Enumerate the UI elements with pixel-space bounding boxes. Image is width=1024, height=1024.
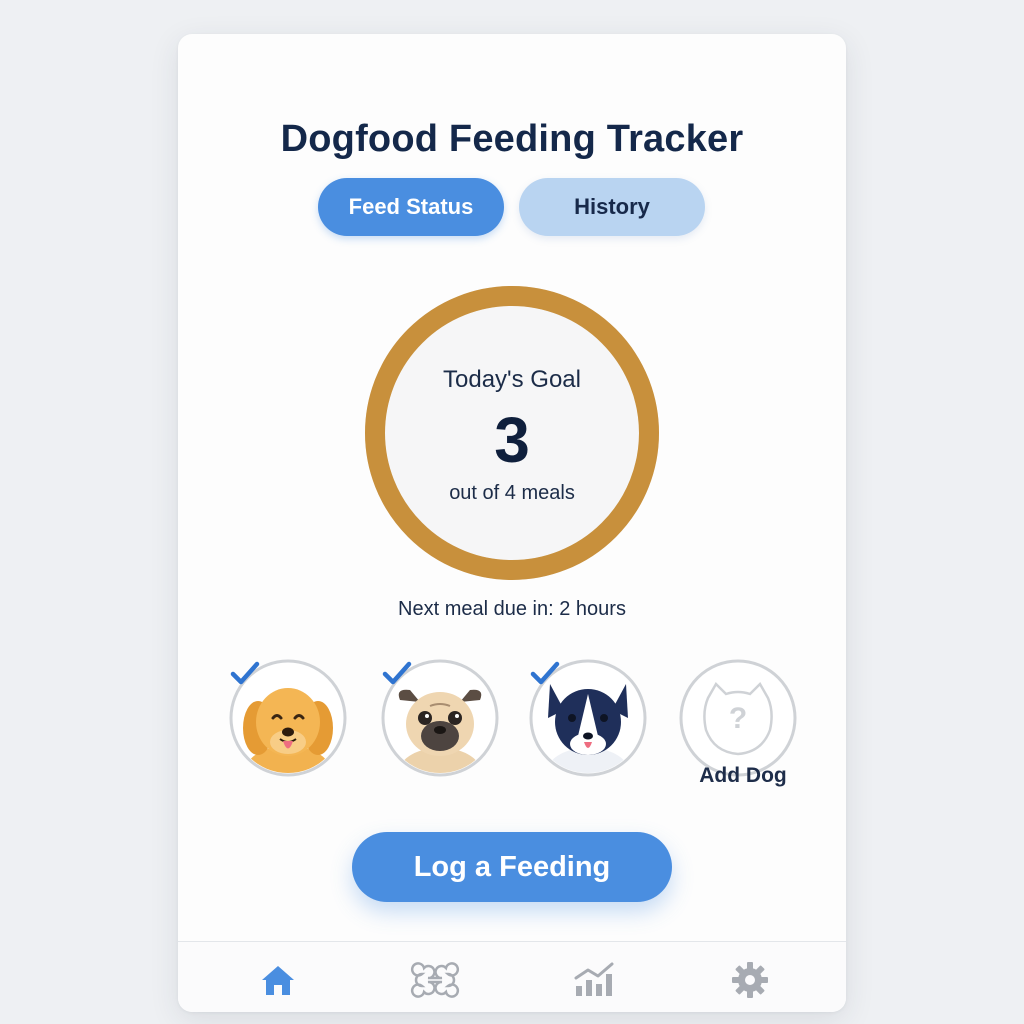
dog-avatar-border-collie[interactable] — [528, 658, 648, 778]
nav-settings[interactable] — [730, 960, 770, 1000]
add-dog-label: Add Dog — [699, 764, 787, 787]
nav-bone[interactable] — [410, 960, 460, 1000]
tab-bar: Feed Status History — [318, 178, 706, 238]
add-dog-button[interactable]: ? Add Dog — [678, 658, 798, 787]
nav-home[interactable] — [258, 960, 298, 1000]
home-icon — [262, 966, 294, 995]
gear-icon — [732, 962, 768, 998]
nav-stats[interactable] — [572, 960, 614, 1000]
fed-check-icon — [382, 661, 412, 685]
goal-label: Today's Goal — [443, 366, 581, 393]
dog-avatar-golden-retriever[interactable] — [228, 658, 348, 778]
bone-icon — [410, 962, 460, 998]
goal-progress-ring: Today's Goal 3 out of 4 meals — [365, 286, 659, 580]
app-card: Dogfood Feeding Tracker Feed Status Hist… — [178, 34, 846, 1012]
goal-subtext: out of 4 meals — [449, 482, 575, 504]
page-title: Dogfood Feeding Tracker — [280, 118, 744, 160]
chart-icon — [574, 962, 614, 996]
svg-text:?: ? — [729, 702, 747, 735]
add-dog-placeholder-icon: ? — [679, 659, 797, 777]
fed-check-icon — [530, 661, 560, 685]
dog-avatar-pug[interactable] — [380, 658, 500, 778]
tab-feed-status[interactable]: Feed Status — [318, 178, 504, 236]
bottom-nav — [178, 941, 846, 1012]
next-meal-text: Next meal due in: 2 hours — [398, 598, 626, 620]
log-feeding-button[interactable]: Log a Feeding — [352, 832, 672, 902]
tab-history[interactable]: History — [519, 178, 705, 236]
fed-check-icon — [230, 661, 260, 685]
goal-value: 3 — [494, 404, 530, 476]
